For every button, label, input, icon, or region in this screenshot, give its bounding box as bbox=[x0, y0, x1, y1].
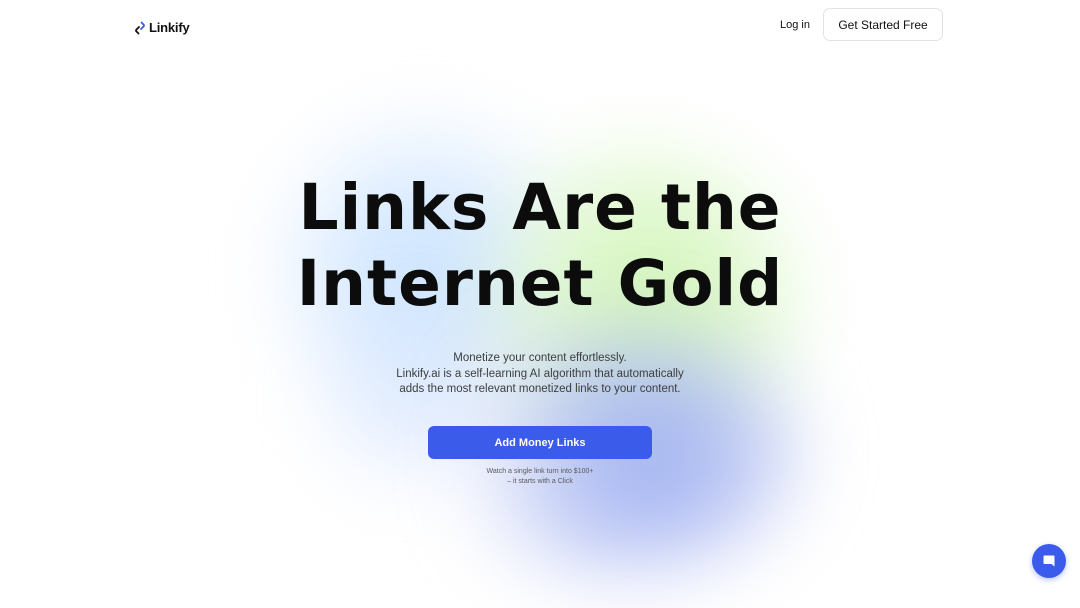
link-icon bbox=[135, 21, 145, 34]
hero-subtitle: Monetize your content effortlessly. Link… bbox=[0, 351, 1080, 398]
hero-subtitle-line: adds the most relevant monetized links t… bbox=[399, 383, 681, 395]
logo-text: Linkify bbox=[149, 20, 190, 35]
add-money-links-button[interactable]: Add Money Links bbox=[428, 426, 652, 459]
hero-title: Links Are the Internet Gold bbox=[0, 170, 1080, 322]
hero-note-line: Watch a single link turn into $100+ bbox=[486, 468, 594, 475]
hero-subtitle-line: Linkify.ai is a self-learning AI algorit… bbox=[396, 367, 684, 380]
top-nav: Linkify Log in Get Started Free bbox=[0, 0, 1080, 60]
hero-title-line-1: Links Are the bbox=[298, 171, 782, 244]
hero-note: Watch a single link turn into $100+ – it… bbox=[0, 467, 1080, 487]
hero-title-line-2: Internet Gold bbox=[296, 247, 784, 320]
chat-bubble-icon bbox=[1043, 555, 1055, 567]
login-link[interactable]: Log in bbox=[780, 18, 810, 32]
logo[interactable]: Linkify bbox=[134, 20, 190, 35]
chat-button[interactable] bbox=[1032, 544, 1066, 578]
hero-note-line: – it starts with a Click bbox=[507, 478, 573, 485]
get-started-button[interactable]: Get Started Free bbox=[823, 8, 943, 41]
landing-page: Linkify Log in Get Started Free Links Ar… bbox=[0, 0, 1080, 608]
hero-subtitle-line: Monetize your content effortlessly. bbox=[453, 352, 627, 364]
